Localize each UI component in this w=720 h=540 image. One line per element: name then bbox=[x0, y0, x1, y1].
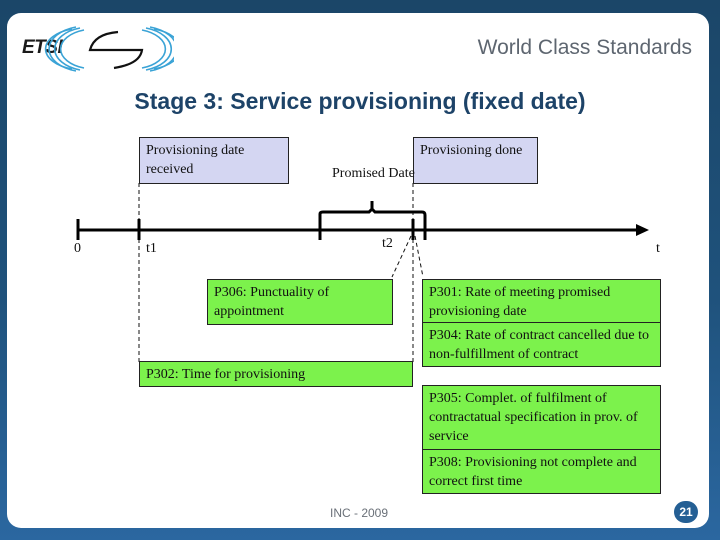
metric-p305-box: P305: Complet. of fulfilment of contract… bbox=[422, 385, 661, 450]
axis-t-label: t bbox=[656, 241, 660, 256]
page-number-badge: 21 bbox=[674, 501, 698, 523]
t2-label: t2 bbox=[382, 236, 393, 251]
origin-label: 0 bbox=[74, 241, 81, 256]
metric-p301-box: P301: Rate of meeting promised provision… bbox=[422, 279, 661, 323]
event-received-box: Provisioning date received bbox=[139, 137, 289, 184]
metric-p306-text: P306: Punctuality of appointment bbox=[214, 285, 330, 319]
metric-p305-text: P305: Complet. of fulfilment of contract… bbox=[429, 391, 638, 444]
metric-p302-text: P302: Time for provisioning bbox=[146, 367, 306, 382]
metric-p308-text: P308: Provisioning not complete and corr… bbox=[429, 455, 637, 489]
t2-callout-left bbox=[391, 235, 412, 278]
promised-date-bracket bbox=[318, 201, 427, 240]
t1-label: t1 bbox=[146, 241, 157, 256]
metric-p308-box: P308: Provisioning not complete and corr… bbox=[422, 449, 661, 494]
footer-event: INC - 2009 bbox=[330, 506, 389, 520]
event-received-text: Provisioning date received bbox=[146, 143, 245, 177]
metric-p302-box: P302: Time for provisioning bbox=[139, 361, 413, 387]
t2-callout-right bbox=[414, 235, 424, 278]
axis-arrowhead bbox=[636, 224, 649, 236]
metric-p306-box: P306: Punctuality of appointment bbox=[207, 279, 393, 325]
metric-p301-text: P301: Rate of meeting promised provision… bbox=[429, 285, 611, 319]
event-done-box: Provisioning done bbox=[413, 137, 538, 184]
metric-p304-text: P304: Rate of contract cancelled due to … bbox=[429, 328, 650, 362]
event-done-text: Provisioning done bbox=[420, 143, 523, 158]
promised-date-label: Promised Date bbox=[332, 166, 415, 181]
metric-p304-box: P304: Rate of contract cancelled due to … bbox=[422, 322, 661, 367]
